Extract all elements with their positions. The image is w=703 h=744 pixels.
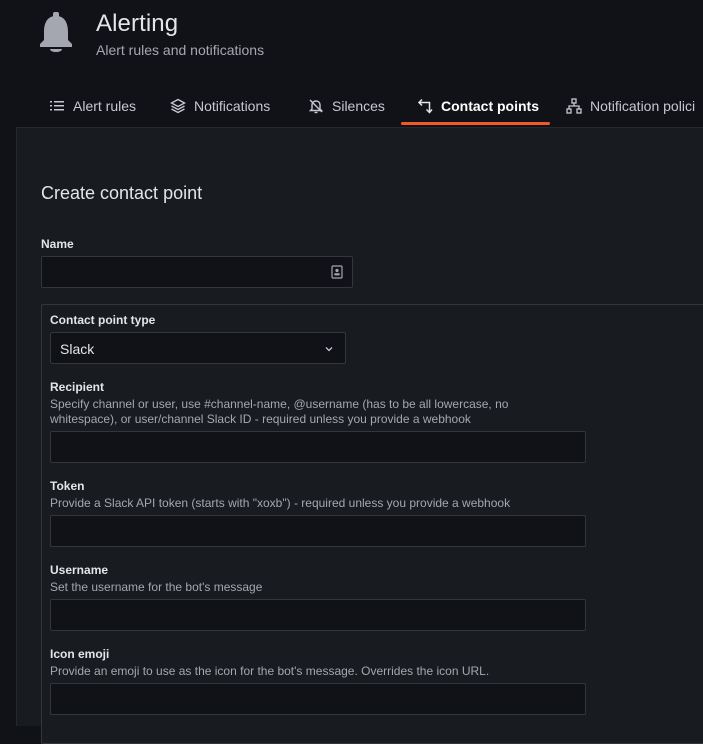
username-input[interactable] bbox=[50, 599, 586, 631]
recipient-description: Specify channel or user, use #channel-na… bbox=[50, 397, 509, 426]
page-title: Alerting bbox=[96, 10, 179, 37]
token-input[interactable] bbox=[50, 515, 586, 547]
layers-icon bbox=[170, 98, 186, 114]
tab-bar: Alert rules Notifications Silences Conta… bbox=[0, 88, 703, 127]
active-tab-indicator bbox=[401, 122, 550, 125]
bell-icon bbox=[40, 12, 72, 52]
tab-label: Contact points bbox=[441, 98, 539, 114]
tab-alert-rules[interactable]: Alert rules bbox=[49, 88, 136, 126]
tab-label: Notifications bbox=[194, 98, 271, 114]
tab-label: Alert rules bbox=[73, 98, 137, 114]
tab-label: Notification polici bbox=[590, 98, 696, 114]
name-label: Name bbox=[41, 237, 74, 251]
list-icon bbox=[50, 101, 64, 111]
contact-point-type-select[interactable]: Slack bbox=[50, 332, 346, 364]
username-label: Username bbox=[50, 563, 109, 577]
comment-alt-share-icon bbox=[417, 98, 433, 114]
form-heading: Create contact point bbox=[41, 183, 203, 203]
sitemap-icon bbox=[566, 98, 582, 114]
select-value: Slack bbox=[60, 341, 95, 357]
icon-emoji-description: Provide an emoji to use as the icon for … bbox=[50, 664, 490, 678]
username-description: Set the username for the bot's message bbox=[50, 580, 263, 594]
token-description: Provide a Slack API token (starts with "… bbox=[50, 496, 511, 510]
contact-card-icon bbox=[331, 265, 343, 279]
page-subtitle: Alert rules and notifications bbox=[96, 42, 265, 58]
tab-silences[interactable]: Silences bbox=[308, 88, 385, 126]
tab-notification-policies[interactable]: Notification polici bbox=[566, 88, 695, 126]
contact-point-type-label: Contact point type bbox=[50, 313, 156, 327]
tab-label: Silences bbox=[332, 98, 385, 114]
recipient-input[interactable] bbox=[50, 431, 586, 463]
token-label: Token bbox=[50, 479, 85, 493]
icon-emoji-label: Icon emoji bbox=[50, 647, 110, 661]
tab-contact-points[interactable]: Contact points bbox=[417, 88, 539, 126]
icon-emoji-input[interactable] bbox=[50, 683, 586, 715]
recipient-label: Recipient bbox=[50, 380, 105, 394]
page-header: Alerting Alert rules and notifications A… bbox=[0, 0, 703, 127]
name-input[interactable] bbox=[41, 256, 353, 288]
chevron-down-icon bbox=[325, 347, 333, 352]
tab-notifications[interactable]: Notifications bbox=[170, 88, 270, 126]
bell-slash-icon bbox=[308, 99, 324, 114]
